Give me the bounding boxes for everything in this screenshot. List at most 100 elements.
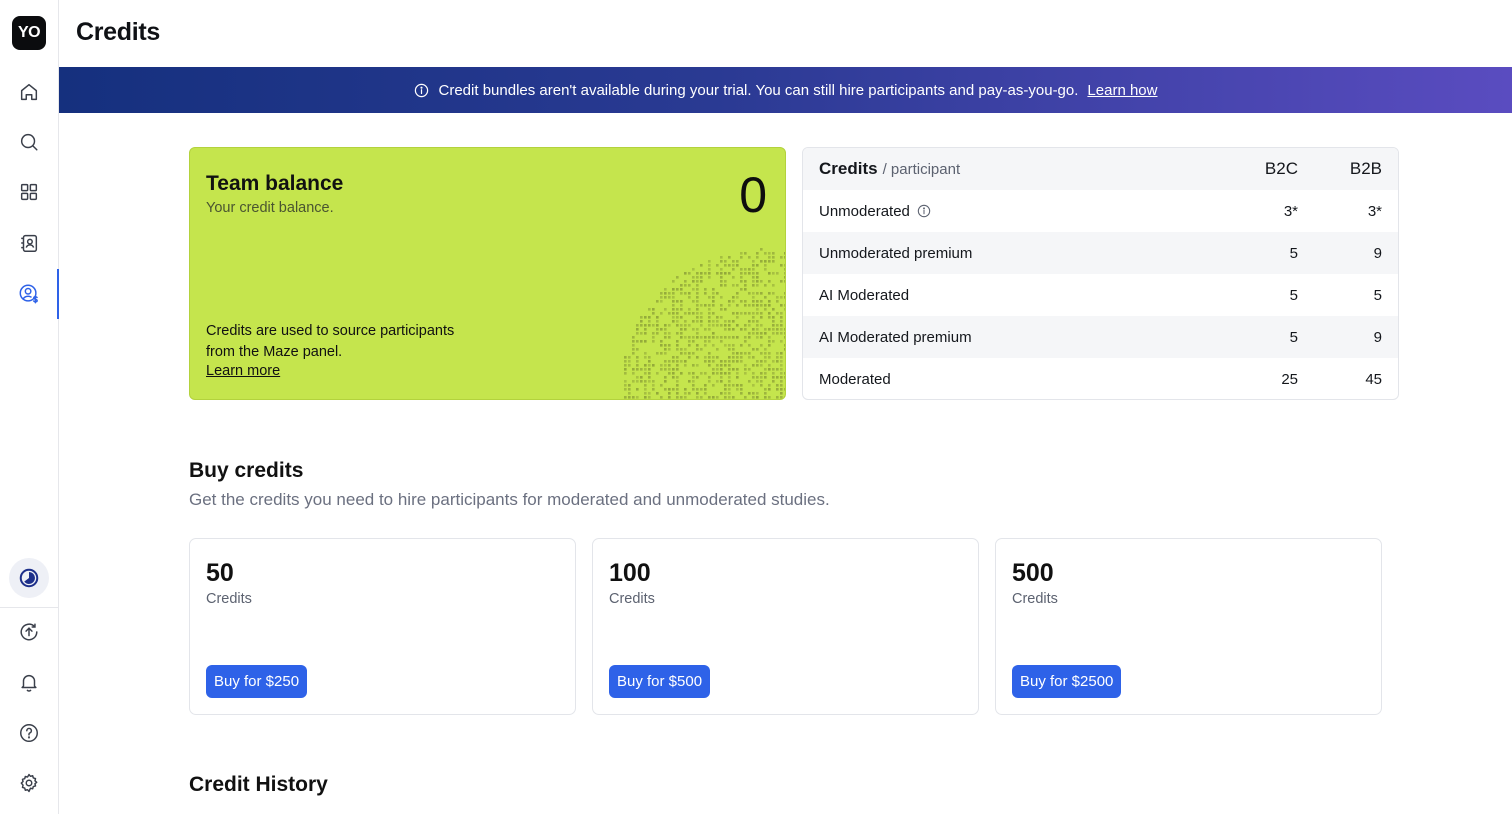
pattern-dot: [732, 312, 735, 315]
pattern-dot: [652, 332, 655, 335]
pattern-dot: [776, 300, 779, 303]
usage-button[interactable]: [9, 558, 49, 598]
pattern-dot: [764, 304, 767, 307]
pattern-dot: [708, 380, 711, 383]
buy-bundle-button[interactable]: Buy for $250: [206, 665, 308, 698]
pattern-dot: [736, 312, 739, 315]
learn-how-link[interactable]: Learn how: [1087, 82, 1157, 99]
sidebar-item-home[interactable]: [9, 72, 49, 112]
sidebar-item-credits[interactable]: [9, 274, 49, 314]
pattern-dot: [708, 396, 711, 399]
pattern-dot: [716, 264, 719, 267]
pattern-dot: [716, 372, 719, 375]
pattern-dot: [732, 300, 735, 303]
sidebar-item-settings[interactable]: [9, 763, 49, 803]
pattern-dot: [648, 368, 651, 371]
pattern-dot: [736, 296, 739, 299]
pattern-dot: [684, 328, 687, 331]
buy-bundle-button[interactable]: Buy for $2500: [1012, 665, 1122, 698]
pattern-dot: [652, 364, 655, 367]
sidebar-item-dashboard[interactable]: [9, 172, 49, 212]
sidebar-item-panel[interactable]: [9, 223, 49, 263]
pattern-dot: [760, 380, 763, 383]
pattern-dot: [676, 308, 679, 311]
sidebar-item-notifications[interactable]: [9, 662, 49, 702]
pattern-dot: [684, 352, 687, 355]
pattern-dot: [780, 316, 783, 319]
buy-bundle-button[interactable]: Buy for $500: [609, 665, 711, 698]
info-icon[interactable]: [917, 204, 931, 218]
pattern-dot: [676, 380, 679, 383]
pattern-dot: [696, 336, 699, 339]
b2b-value: 5: [1373, 286, 1382, 304]
pattern-dot: [776, 312, 779, 315]
pattern-dot: [652, 324, 655, 327]
table-row: Unmoderated premium 5 9: [803, 232, 1398, 274]
bundle-unit: Credits: [609, 591, 655, 607]
pattern-dot: [728, 300, 731, 303]
pattern-dot: [764, 396, 767, 399]
pattern-dot: [760, 364, 763, 367]
pattern-dot: [784, 328, 785, 331]
info-icon: [414, 83, 428, 97]
pattern-dot: [720, 296, 723, 299]
pattern-dot: [764, 260, 767, 263]
pattern-dot: [644, 316, 647, 319]
pattern-dot: [704, 272, 707, 275]
trial-banner: Credit bundles aren't available during y…: [59, 67, 1512, 113]
pattern-dot: [748, 392, 751, 395]
pattern-dot: [656, 332, 659, 335]
pattern-dot: [684, 312, 687, 315]
pattern-dot: [728, 376, 731, 379]
buy-credits-title: Buy credits: [189, 459, 304, 482]
team-balance-card: Team balance Your credit balance. 0 Cred…: [189, 147, 786, 400]
pattern-dot: [744, 328, 747, 331]
pattern-dot: [696, 284, 699, 287]
pattern-dot: [736, 372, 739, 375]
pattern-dot: [676, 392, 679, 395]
pattern-dot: [784, 280, 785, 283]
sidebar-item-help[interactable]: [9, 713, 49, 753]
b2b-value: 9: [1373, 328, 1382, 346]
pattern-dot: [668, 372, 671, 375]
pattern-dot: [720, 316, 723, 319]
upload-circle-icon: [20, 623, 38, 641]
pattern-dot: [760, 372, 763, 375]
pattern-dot: [652, 388, 655, 391]
pattern-dot: [664, 376, 667, 379]
pattern-dot: [780, 396, 783, 399]
pattern-dot: [760, 384, 763, 387]
pattern-dot: [760, 360, 763, 363]
pattern-dot: [680, 348, 683, 351]
pattern-dot: [768, 368, 771, 371]
pattern-dot: [764, 328, 767, 331]
pattern-dot: [724, 388, 727, 391]
pattern-dot: [760, 300, 763, 303]
workspace-logo[interactable]: YO: [12, 16, 46, 50]
sidebar-item-search[interactable]: [9, 122, 49, 162]
pattern-dot: [676, 324, 679, 327]
sidebar-item-upgrade[interactable]: [9, 612, 49, 652]
pattern-dot: [728, 356, 731, 359]
pattern-dot: [776, 368, 779, 371]
pattern-dot: [688, 324, 691, 327]
pattern-dot: [704, 372, 707, 375]
pattern-dot: [708, 272, 711, 275]
pattern-dot: [684, 284, 687, 287]
pattern-dot: [700, 348, 703, 351]
pattern-dot: [740, 276, 743, 279]
pattern-dot: [656, 316, 659, 319]
pattern-dot: [688, 312, 691, 315]
pattern-dot: [736, 356, 739, 359]
pattern-dot: [644, 368, 647, 371]
pattern-dot: [696, 300, 699, 303]
pattern-dot: [652, 336, 655, 339]
pattern-dot: [644, 396, 647, 399]
pattern-dot: [764, 352, 767, 355]
pattern-dot: [720, 372, 723, 375]
pattern-dot: [660, 296, 663, 299]
pattern-dot: [644, 356, 647, 359]
learn-more-link[interactable]: Learn more: [206, 363, 280, 379]
pattern-dot: [752, 316, 755, 319]
pattern-dot: [776, 272, 779, 275]
